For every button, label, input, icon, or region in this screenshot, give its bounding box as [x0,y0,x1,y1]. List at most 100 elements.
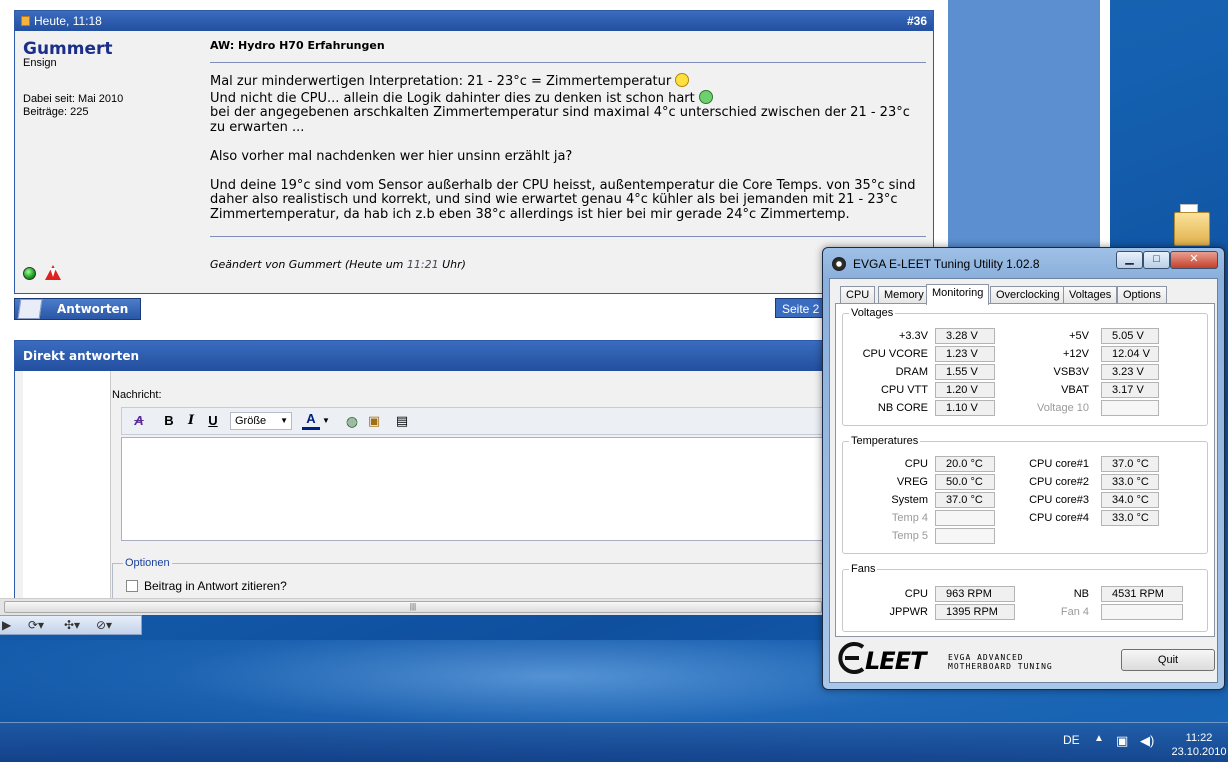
post-username[interactable]: Gummert [23,39,113,59]
temp-value: 50.0 °C [935,474,995,490]
editor-toolbar: A B I U Größe▼ A ▼ ◍ ▣ ▤ ▲▼ [121,407,841,435]
voltages-group: Voltages +3.3V 3.28 V CPU VCORE 1.23 V D… [842,307,1208,426]
clock-date: 23.10.2010 [1171,746,1227,758]
link-globe-icon[interactable]: ◍ [344,412,360,430]
eleet-logo-text: LEET [865,647,926,675]
remove-format-icon[interactable]: A [130,412,148,430]
voltage-label: CPU VCORE [862,348,928,360]
chevron-down-icon: ▼ [280,416,288,425]
post-date: Heute, 11:18 [34,14,102,28]
temp-value: 37.0 °C [1101,456,1159,472]
voltage-value: 1.23 V [935,346,995,362]
close-button[interactable]: ✕ [1170,251,1218,269]
post-header: Heute, 11:18 #36 [15,11,933,31]
tab-overclocking[interactable]: Overclocking [990,286,1066,304]
tab-cpu[interactable]: CPU [840,286,876,304]
refresh-icon[interactable]: ⟳▾ [28,618,44,632]
post-title: AW: Hydro H70 Erfahrungen [210,39,385,52]
tab-options[interactable]: Options [1117,286,1167,304]
post-number-link[interactable]: #36 [907,11,927,31]
evga-app-icon [832,257,846,271]
tab-memory[interactable]: Memory [878,286,930,304]
temp-label: CPU [904,458,928,470]
post-user-info: Gummert Ensign Dabei seit: Mai 2010 Beit… [15,31,203,293]
voltage-value [1101,400,1159,416]
scrollbar-thumb[interactable]: ||| [4,601,822,613]
voltage-value: 3.23 V [1101,364,1159,380]
voltage-value: 3.28 V [935,328,995,344]
tools-icon[interactable]: ✣▾ [64,618,80,632]
evga-window-title: EVGA E-LEET Tuning Utility 1.02.8 [853,257,1040,271]
reply-button[interactable]: Antworten [14,298,141,320]
voltage-label: Voltage 10 [1037,402,1089,414]
fan-label: CPU [904,588,928,600]
temperatures-group: Temperatures CPU 20.0 °C VREG 50.0 °C Sy… [842,435,1208,554]
voltage-label: +5V [1069,330,1089,342]
back-icon[interactable]: ▶ [2,618,11,632]
eleet-logo-icon [838,642,865,674]
voltage-value: 1.55 V [935,364,995,380]
fan-label: Fan 4 [1060,606,1089,618]
temp-label: CPU core#1 [1029,458,1089,470]
font-color-icon[interactable]: A [302,412,320,430]
message-label: Nachricht: [112,389,162,401]
volume-icon[interactable]: ◀) [1140,733,1154,749]
voltage-label: DRAM [895,366,928,378]
voltage-label: +12V [1063,348,1089,360]
font-size-select[interactable]: Größe ▼ [230,412,292,430]
post-divider [210,62,926,63]
eleet-logo-area: LEET EVGA ADVANCED MOTHERBOARD TUNING Qu… [835,639,1215,679]
voltages-group-title: Voltages [849,307,896,319]
post-line-1: Mal zur minderwertigen Interpretation: 2… [210,74,672,89]
smiley-icon [675,73,690,87]
user-rank: Ensign [23,57,57,69]
voltage-label: VBAT [1061,384,1089,396]
tab-monitoring[interactable]: Monitoring [926,284,990,305]
chevron-down-icon[interactable]: ▼ [322,412,330,430]
tab-voltages[interactable]: Voltages [1063,286,1118,304]
security-icon[interactable]: ⊘▾ [96,618,112,632]
temperatures-group-title: Temperatures [849,435,921,447]
eleet-logo-subtitle: EVGA ADVANCED MOTHERBOARD TUNING [948,653,1053,671]
network-icon[interactable]: ▣ [1116,733,1128,749]
desktop-folder-icon[interactable] [1174,204,1210,246]
temp-value: 33.0 °C [1101,474,1159,490]
taskbar-clock[interactable]: 11:22 23.10.2010 [1170,731,1228,759]
evga-window: EVGA E-LEET Tuning Utility 1.02.8 ▁ □ ✕ … [822,247,1225,690]
edited-note: Geändert von Gummert (Heute um 11:21 Uhr… [210,258,466,271]
quick-reply-panel: Direkt antworten Nachricht: A B I U Größ… [14,340,934,615]
temp-value [935,528,995,544]
report-warning-icon[interactable] [45,265,61,280]
quick-reply-sidebar [23,371,111,615]
post-signature-divider [210,236,926,237]
fan-label: JPPWR [889,606,929,618]
message-textarea[interactable] [121,437,841,541]
italic-icon[interactable]: I [184,412,198,430]
voltage-value: 3.17 V [1101,382,1159,398]
tray-arrow-icon[interactable]: ▲ [1094,733,1104,744]
insert-image-icon[interactable]: ▣ [366,412,382,430]
post-icon [21,16,30,26]
monitoring-pane: Voltages +3.3V 3.28 V CPU VCORE 1.23 V D… [835,303,1215,637]
fans-group: Fans CPU 963 RPM JPPWR 1395 RPM NB 4531 … [842,563,1208,632]
maximize-button[interactable]: □ [1143,251,1170,269]
pencil-icon [17,299,43,319]
quote-icon[interactable]: ▤ [394,412,410,430]
underline-icon[interactable]: U [206,412,220,430]
fan-value: 1395 RPM [935,604,1015,620]
options-title: Optionen [123,557,172,569]
temp-value: 33.0 °C [1101,510,1159,526]
horizontal-scrollbar[interactable]: ||| [0,598,830,615]
fan-label: NB [1073,588,1089,600]
quit-button[interactable]: Quit [1121,649,1215,671]
voltage-label: CPU VTT [880,384,928,396]
minimize-button[interactable]: ▁ [1116,251,1143,269]
voltage-label: VSB3V [1053,366,1089,378]
language-indicator[interactable]: DE [1063,733,1080,747]
temp-label: CPU core#2 [1029,476,1089,488]
quote-in-reply-label[interactable]: Beitrag in Antwort zitieren? [144,579,287,593]
quote-in-reply-checkbox[interactable] [126,580,138,592]
temp-label: CPU core#3 [1029,494,1089,506]
user-joined: Dabei seit: Mai 2010 [23,93,124,105]
bold-icon[interactable]: B [162,412,176,430]
